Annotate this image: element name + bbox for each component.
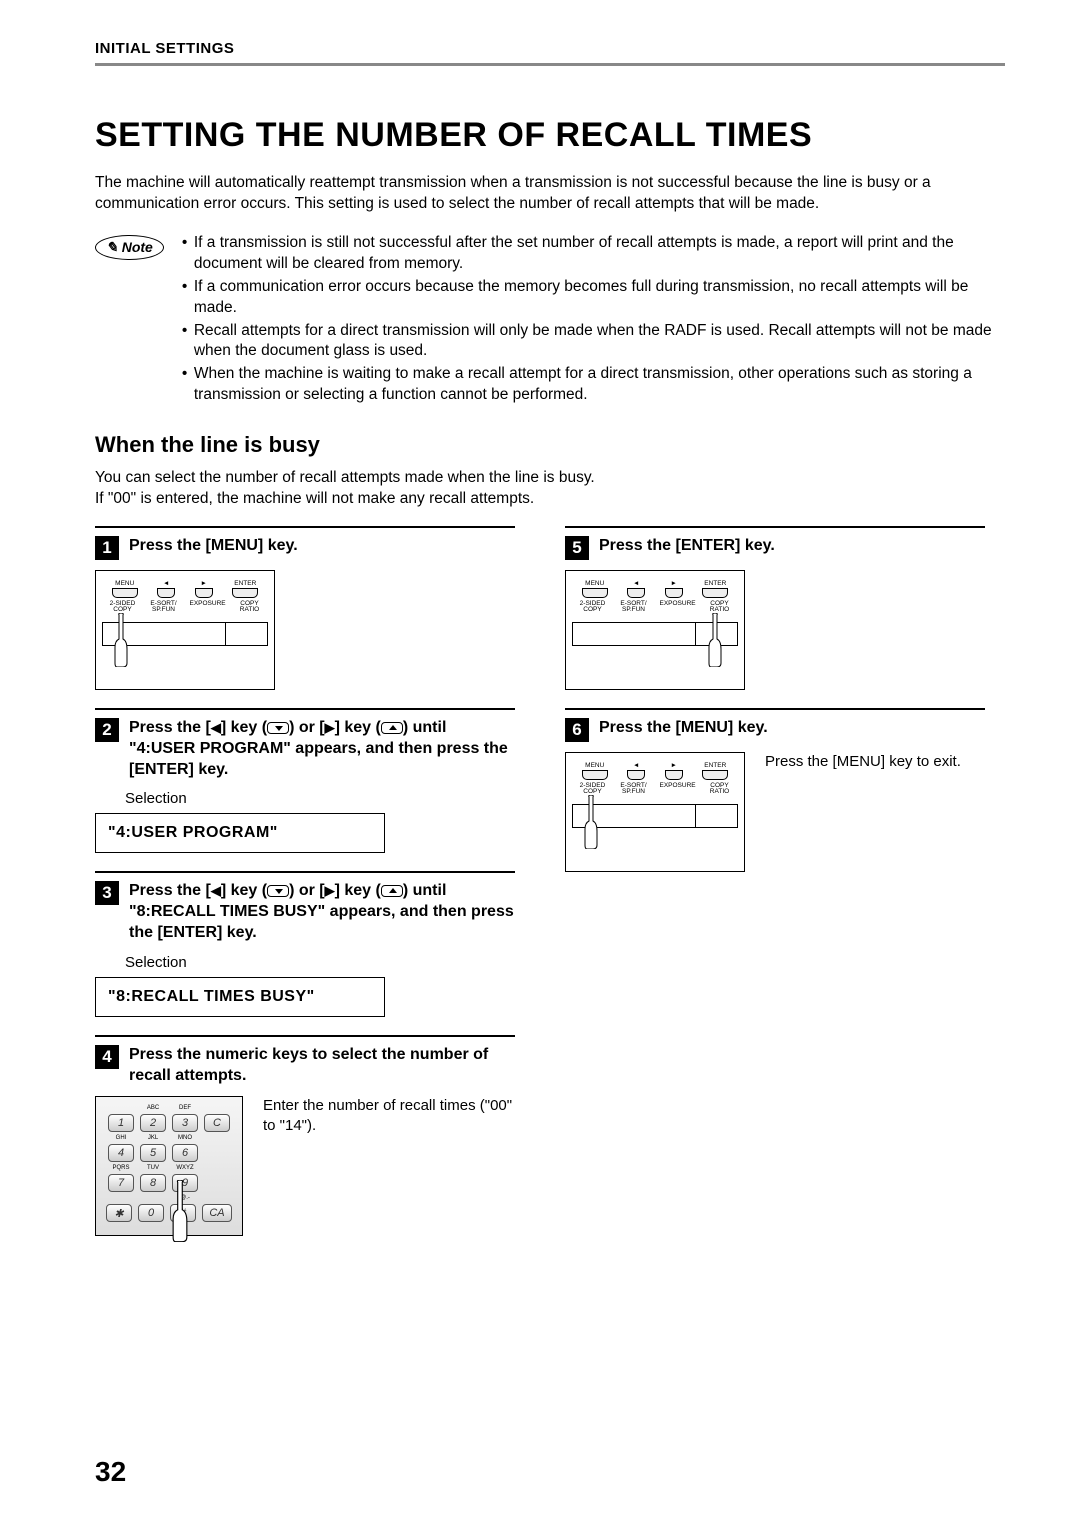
esort-label: E-SORT/ SP.FUN [619, 601, 649, 614]
ratio-label: COPYRATIO [707, 783, 733, 796]
note-badge: ✎ Note [95, 235, 164, 260]
selection-label: Selection [125, 954, 515, 971]
right-arrow-icon: ▶ [325, 720, 335, 735]
exposure-label: EXPOSURE [190, 601, 226, 614]
step-number: 6 [565, 718, 589, 742]
step-4: 4 Press the numeric keys to select the n… [95, 1035, 515, 1237]
step-number: 1 [95, 536, 119, 560]
right-key [195, 588, 213, 598]
step-title: Press the numeric keys to select the num… [129, 1045, 515, 1087]
step-title: Press the [◀] key () or [▶] key () until… [129, 881, 515, 943]
step-title: Press the [MENU] key. [599, 718, 768, 739]
step-title: Press the [ENTER] key. [599, 536, 775, 557]
control-panel-diagram: MENU ◄ ► ENTER 2-SIDEDCOPY E-SORT/ SP.FU… [95, 570, 275, 690]
right-column: 5 Press the [ENTER] key. MENU ◄ ► ENTER … [565, 526, 985, 1254]
enter-key [232, 588, 258, 598]
menu-key [112, 588, 138, 598]
step-title: Press the [MENU] key. [129, 536, 298, 557]
step-2: 2 Press the [◀] key () or [▶] key () unt… [95, 708, 515, 853]
section-header: INITIAL SETTINGS [95, 40, 1005, 66]
pointing-finger-icon [114, 613, 128, 667]
ratio-label: COPYRATIO [707, 601, 733, 614]
numeric-keypad-diagram: ABCDEF 123C GHIJKLMNO 456 PQRSTUVWXYZ 78… [95, 1096, 243, 1236]
esort-label: E-SORT/ SP.FUN [619, 783, 649, 796]
pencil-icon: ✎ [106, 239, 118, 256]
left-column: 1 Press the [MENU] key. MENU ◄ ► ENTER 2… [95, 526, 515, 1254]
control-panel-diagram: MENU ◄ ► ENTER 2-SIDEDCOPY E-SORT/ SP.FU… [565, 570, 745, 690]
page-number: 32 [95, 1456, 126, 1488]
left-key [627, 588, 645, 598]
down-key-icon [267, 722, 289, 734]
up-key-icon [381, 885, 403, 897]
menu-key-label: MENU [582, 763, 608, 770]
exposure-label: EXPOSURE [660, 601, 696, 614]
step-6: 6 Press the [MENU] key. MENU ◄ ► ENTER 2… [565, 708, 985, 872]
lcd-display: "4:USER PROGRAM" [95, 813, 385, 853]
note-list: If a transmission is still not successfu… [182, 233, 1005, 408]
step-number: 2 [95, 718, 119, 742]
menu-key [582, 588, 608, 598]
enter-key [702, 588, 728, 598]
exposure-label: EXPOSURE [660, 783, 696, 796]
step-title: Press the [◀] key () or [▶] key () until… [129, 718, 515, 780]
right-arrow-icon: ▶ [325, 883, 335, 898]
note-item: If a communication error occurs because … [182, 277, 1005, 319]
selection-label: Selection [125, 790, 515, 807]
step-number: 4 [95, 1045, 119, 1069]
note-box: ✎ Note If a transmission is still not su… [95, 233, 1005, 408]
ratio-label: COPYRATIO [237, 601, 263, 614]
menu-key [582, 770, 608, 780]
subsection-title: When the line is busy [95, 432, 1005, 458]
down-key-icon [267, 885, 289, 897]
step-5: 5 Press the [ENTER] key. MENU ◄ ► ENTER … [565, 526, 985, 690]
menu-key-label: MENU [112, 581, 138, 588]
step-number: 5 [565, 536, 589, 560]
enter-key-label: ENTER [232, 581, 258, 588]
pointing-finger-icon [172, 1180, 188, 1230]
subsection-intro: You can select the number of recall atte… [95, 468, 1005, 510]
left-arrow-icon: ◀ [211, 883, 221, 898]
note-item: Recall attempts for a direct transmissio… [182, 321, 1005, 363]
page-title: SETTING THE NUMBER OF RECALL TIMES [95, 116, 1005, 155]
menu-key-label: MENU [582, 581, 608, 588]
right-key [665, 770, 683, 780]
enter-key [702, 770, 728, 780]
note-item: If a transmission is still not successfu… [182, 233, 1005, 275]
left-key [157, 588, 175, 598]
step-number: 3 [95, 881, 119, 905]
twosided-label: 2-SIDEDCOPY [578, 783, 608, 796]
up-key-icon [381, 722, 403, 734]
lcd-display: "8:RECALL TIMES BUSY" [95, 977, 385, 1017]
step-side-text: Press the [MENU] key to exit. [765, 752, 961, 772]
left-key [627, 770, 645, 780]
pointing-finger-icon [708, 613, 722, 667]
esort-label: E-SORT/ SP.FUN [149, 601, 179, 614]
step-3: 3 Press the [◀] key () or [▶] key () unt… [95, 871, 515, 1016]
intro-paragraph: The machine will automatically reattempt… [95, 173, 1005, 215]
enter-key-label: ENTER [702, 581, 728, 588]
left-arrow-icon: ◀ [211, 720, 221, 735]
step-1: 1 Press the [MENU] key. MENU ◄ ► ENTER 2… [95, 526, 515, 690]
control-panel-diagram: MENU ◄ ► ENTER 2-SIDEDCOPY E-SORT/ SP.FU… [565, 752, 745, 872]
note-item: When the machine is waiting to make a re… [182, 364, 1005, 406]
twosided-label: 2-SIDEDCOPY [578, 601, 608, 614]
step-side-text: Enter the number of recall times ("00" t… [263, 1096, 515, 1135]
twosided-label: 2-SIDEDCOPY [108, 601, 138, 614]
right-key [665, 588, 683, 598]
note-label: Note [122, 239, 153, 255]
pointing-finger-icon [584, 795, 598, 849]
enter-key-label: ENTER [702, 763, 728, 770]
